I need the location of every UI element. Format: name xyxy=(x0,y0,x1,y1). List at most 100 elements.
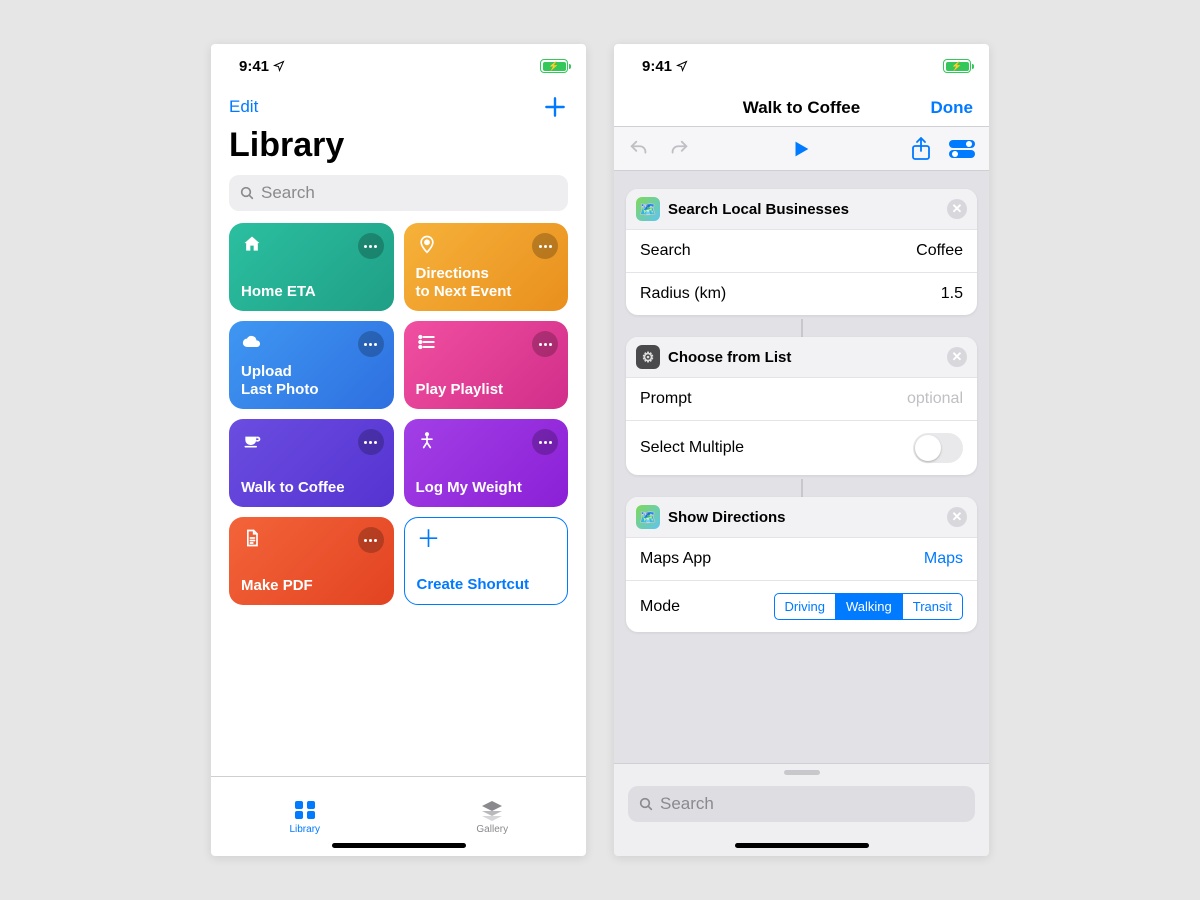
search-placeholder: Search xyxy=(261,183,315,203)
segment-option[interactable]: Transit xyxy=(902,594,962,619)
tile-more-button[interactable] xyxy=(532,233,558,259)
row-label: Prompt xyxy=(640,390,692,408)
sheet-search-field[interactable]: Search xyxy=(628,786,975,822)
action-header: ⚙︎Choose from List✕ xyxy=(626,337,977,377)
action-title: Show Directions xyxy=(668,509,786,526)
person-icon xyxy=(416,429,438,451)
action-card[interactable]: 🗺️Search Local Businesses✕SearchCoffeeRa… xyxy=(626,189,977,315)
action-row[interactable]: Radius (km) 1.5 xyxy=(626,272,977,315)
create-shortcut-tile[interactable]: ＋ Create Shortcut xyxy=(404,517,569,605)
row-value: optional xyxy=(907,390,963,408)
redo-button[interactable] xyxy=(668,138,690,160)
action-title: Choose from List xyxy=(668,349,791,366)
tile-label: UploadLast Photo xyxy=(241,363,382,399)
connector-line xyxy=(801,479,803,497)
segment-option[interactable]: Walking xyxy=(835,594,902,619)
row-value: 1.5 xyxy=(941,285,963,303)
tile-more-button[interactable] xyxy=(358,527,384,553)
search-icon xyxy=(638,796,654,812)
sheet-grabber[interactable] xyxy=(784,770,820,775)
home-indicator[interactable] xyxy=(735,843,869,848)
undo-button[interactable] xyxy=(628,138,650,160)
cloud-icon xyxy=(241,331,263,353)
shortcut-tile[interactable]: Walk to Coffee xyxy=(229,419,394,507)
action-title: Search Local Businesses xyxy=(668,201,849,218)
settings-button[interactable] xyxy=(949,140,975,158)
shortcut-tile[interactable]: Log My Weight xyxy=(404,419,569,507)
row-label: Mode xyxy=(640,598,680,616)
tile-more-button[interactable] xyxy=(532,429,558,455)
search-field[interactable]: Search xyxy=(229,175,568,211)
cup-icon xyxy=(241,429,263,451)
done-button[interactable]: Done xyxy=(931,98,974,118)
row-label: Search xyxy=(640,242,691,260)
add-shortcut-button[interactable] xyxy=(542,94,568,120)
location-icon xyxy=(676,60,688,72)
shortcut-tile[interactable]: Home ETA xyxy=(229,223,394,311)
row-label: Radius (km) xyxy=(640,285,726,303)
shortcut-tile[interactable]: Play Playlist xyxy=(404,321,569,409)
doc-icon xyxy=(241,527,263,549)
row-value: Coffee xyxy=(916,242,963,260)
tab-library-label: Library xyxy=(289,824,320,835)
tile-label: Directionsto Next Event xyxy=(416,265,557,301)
action-row: Select Multiple xyxy=(626,420,977,475)
tile-label: Home ETA xyxy=(241,283,382,301)
tile-more-button[interactable] xyxy=(358,233,384,259)
tile-label: Log My Weight xyxy=(416,479,557,497)
play-button[interactable] xyxy=(790,138,812,160)
toggle[interactable] xyxy=(913,433,963,463)
tile-more-button[interactable] xyxy=(358,429,384,455)
search-icon xyxy=(239,185,255,201)
shortcut-grid: Home ETA Directionsto Next Event UploadLas… xyxy=(211,223,586,605)
mode-segmented[interactable]: DrivingWalkingTransit xyxy=(774,593,963,620)
editor-screen: 9:41 ⚡ Walk to Coffee Done 🗺️Search Loca… xyxy=(614,44,989,856)
action-row[interactable]: Maps App Maps xyxy=(626,537,977,580)
home-icon xyxy=(241,233,263,255)
tile-label: Make PDF xyxy=(241,577,382,595)
gallery-tab-icon xyxy=(480,799,504,821)
action-header: 🗺️Search Local Businesses✕ xyxy=(626,189,977,229)
action-header: 🗺️Show Directions✕ xyxy=(626,497,977,537)
status-bar: 9:41 ⚡ xyxy=(614,44,989,88)
row-label: Select Multiple xyxy=(640,439,744,457)
tile-label: Play Playlist xyxy=(416,381,557,399)
sheet-search-placeholder: Search xyxy=(660,794,714,814)
connector-line xyxy=(801,319,803,337)
segment-option[interactable]: Driving xyxy=(775,594,835,619)
action-row[interactable]: Search Coffee xyxy=(626,229,977,272)
remove-action-button[interactable]: ✕ xyxy=(947,347,967,367)
remove-action-button[interactable]: ✕ xyxy=(947,199,967,219)
nav-bar: Edit xyxy=(211,88,586,124)
battery-icon: ⚡ xyxy=(540,59,568,73)
tile-label: Walk to Coffee xyxy=(241,479,382,497)
home-indicator[interactable] xyxy=(332,843,466,848)
action-card[interactable]: ⚙︎Choose from List✕PromptoptionalSelect … xyxy=(626,337,977,475)
location-icon xyxy=(273,60,285,72)
plus-icon: ＋ xyxy=(417,528,556,552)
list-icon xyxy=(416,331,438,353)
action-row[interactable]: Prompt optional xyxy=(626,377,977,420)
status-time: 9:41 xyxy=(642,58,672,75)
shortcut-title[interactable]: Walk to Coffee xyxy=(743,98,860,118)
shortcut-tile[interactable]: Make PDF xyxy=(229,517,394,605)
tile-more-button[interactable] xyxy=(358,331,384,357)
shortcut-tile[interactable]: UploadLast Photo xyxy=(229,321,394,409)
library-screen: 9:41 ⚡ Edit Library Search Home ETA Direc… xyxy=(211,44,586,856)
battery-icon: ⚡ xyxy=(943,59,971,73)
editor-nav: Walk to Coffee Done xyxy=(614,88,989,127)
status-time: 9:41 xyxy=(239,58,269,75)
shortcut-tile[interactable]: Directionsto Next Event xyxy=(404,223,569,311)
share-button[interactable] xyxy=(911,137,931,161)
status-bar: 9:41 ⚡ xyxy=(211,44,586,88)
actions-list: 🗺️Search Local Businesses✕SearchCoffeeRa… xyxy=(614,171,989,636)
remove-action-button[interactable]: ✕ xyxy=(947,507,967,527)
tile-more-button[interactable] xyxy=(532,331,558,357)
editor-toolbar xyxy=(614,127,989,171)
edit-button[interactable]: Edit xyxy=(229,97,258,117)
tab-gallery-label: Gallery xyxy=(476,824,508,835)
row-value: Maps xyxy=(924,550,963,568)
row-label: Maps App xyxy=(640,550,711,568)
action-card[interactable]: 🗺️Show Directions✕Maps AppMapsModeDrivin… xyxy=(626,497,977,632)
create-label: Create Shortcut xyxy=(417,576,556,594)
